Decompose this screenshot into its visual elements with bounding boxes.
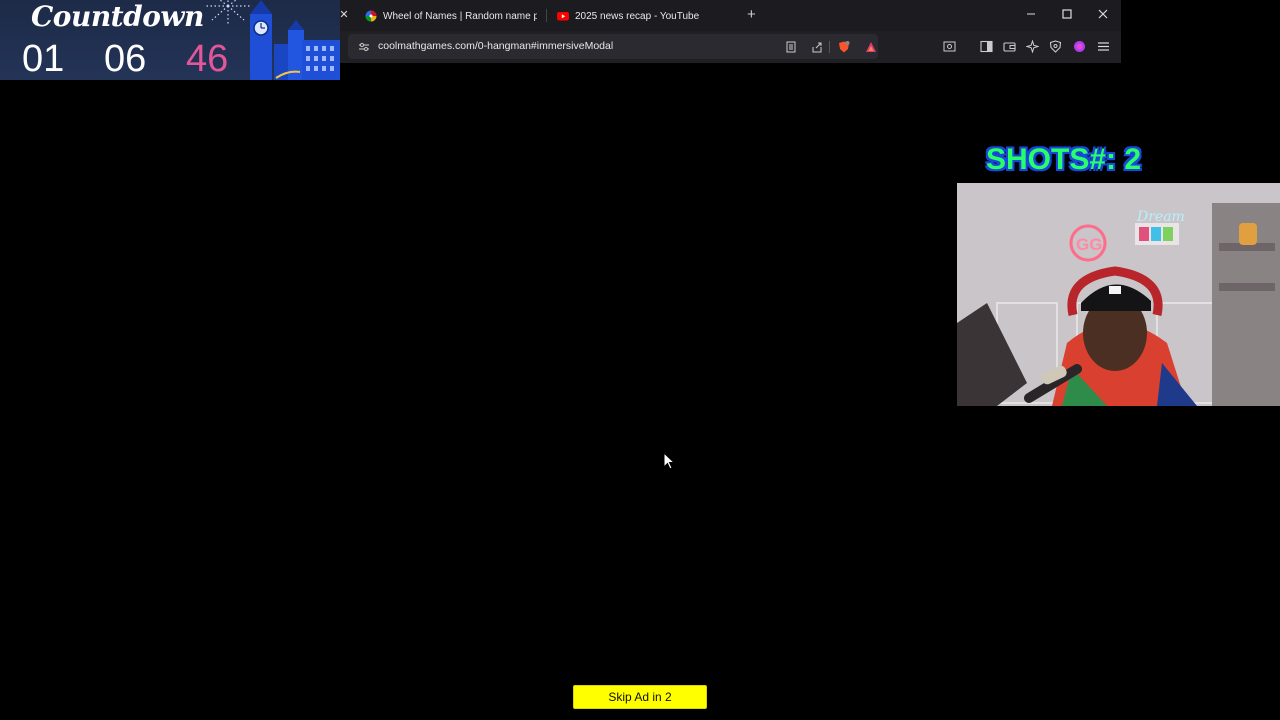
tab-bar: ✕ Wheel of Names | Random name pick 2025… (338, 0, 1121, 31)
countdown-seconds: 46 (186, 38, 229, 80)
maximize-icon (1062, 9, 1072, 19)
webcam-feed: Dream GG (957, 183, 1280, 406)
youtube-favicon-icon (557, 12, 569, 21)
close-icon (1098, 9, 1108, 19)
url-divider (829, 41, 830, 53)
skip-ad-button[interactable]: Skip Ad in 2 (573, 685, 707, 709)
minimize-icon (1027, 13, 1035, 15)
tab-title: 2025 news recap - YouTube (575, 10, 700, 22)
leo-ai-icon[interactable] (1026, 40, 1039, 53)
share-icon[interactable] (811, 41, 823, 53)
tab-youtube[interactable]: 2025 news recap - YouTube (557, 6, 717, 26)
minimize-button[interactable] (1024, 7, 1038, 21)
svg-text:GG: GG (1076, 235, 1102, 254)
countdown-hours: 01 (22, 38, 65, 80)
svg-text:Dream: Dream (1136, 209, 1185, 225)
close-tab-icon[interactable]: ✕ (338, 8, 350, 22)
url-field[interactable]: coolmathgames.com/0-hangman#immersiveMod… (348, 34, 878, 59)
mouse-cursor-icon (663, 452, 675, 470)
sidebar-icon[interactable] (980, 40, 993, 53)
tab-wheel-of-names[interactable]: Wheel of Names | Random name pick (365, 6, 537, 26)
countdown-minutes: 06 (104, 38, 147, 80)
new-tab-button[interactable]: + (747, 6, 756, 23)
menu-icon[interactable] (1097, 40, 1110, 53)
address-bar: coolmathgames.com/0-hangman#immersiveMod… (340, 31, 1121, 63)
profile-icon[interactable] (1073, 40, 1086, 53)
url-text[interactable]: coolmathgames.com/0-hangman#immersiveMod… (378, 40, 613, 52)
shots-counter: SHOTS#: 2 (986, 143, 1142, 176)
brave-rewards-icon[interactable] (865, 41, 877, 53)
vpn-shield-icon[interactable] (1049, 40, 1062, 53)
close-window-button[interactable] (1096, 7, 1110, 21)
wheel-favicon-icon (365, 10, 377, 22)
streamer-image: Dream GG (957, 183, 1280, 406)
tab-divider (546, 9, 547, 22)
countdown-overlay: Countdown 01 06 46 (0, 0, 340, 80)
browser-window: ✕ Wheel of Names | Random name pick 2025… (338, 0, 1121, 63)
site-settings-icon[interactable] (358, 41, 370, 53)
reader-mode-icon[interactable] (785, 41, 797, 53)
maximize-button[interactable] (1060, 7, 1074, 21)
wallet-icon[interactable] (1003, 40, 1016, 53)
countdown-title: Countdown (31, 0, 204, 33)
clock-tower-icon (250, 0, 340, 80)
brave-shields-icon[interactable] (838, 41, 850, 53)
screenshot-icon[interactable] (943, 40, 956, 53)
tab-title: Wheel of Names | Random name pick (383, 10, 537, 22)
